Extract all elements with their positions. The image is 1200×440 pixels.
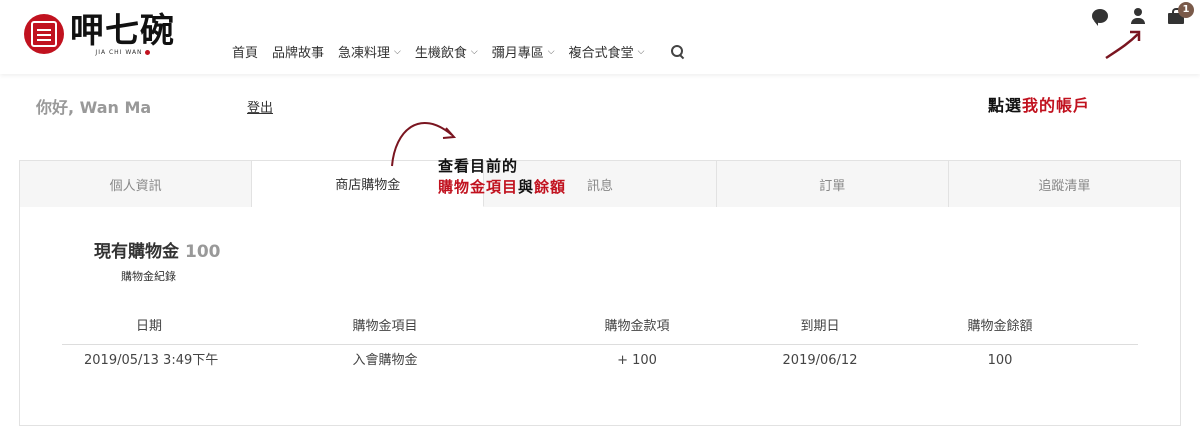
column-header-amount: 購物金款項 bbox=[604, 319, 670, 334]
user-icon[interactable] bbox=[1130, 8, 1146, 24]
table-cell-amount: + 100 bbox=[617, 353, 657, 368]
nav-item-home[interactable]: 首頁 bbox=[232, 42, 258, 61]
credit-table: 日期 購物金項目 購物金款項 到期日 購物金餘額 2019/05/13 3:49… bbox=[62, 317, 1138, 379]
column-header-balance: 購物金餘額 bbox=[967, 319, 1033, 334]
nav-item-baby-month[interactable]: 彌月專區 ⌵ bbox=[492, 42, 555, 61]
site-header: 呷七碗 JIA CHI WAN 首頁 品牌故事 急凍料理 ⌵ 生機飲食 ⌵ 彌月專區… bbox=[0, 0, 1200, 74]
table-cell-expiry: 2019/06/12 bbox=[782, 353, 858, 368]
table-row: 2019/05/13 3:49下午 入會購物金 + 100 2019/06/12… bbox=[62, 345, 1138, 379]
annotation-store-credit: 查看目前的 購物金項目與餘額 bbox=[438, 157, 567, 196]
brand-logo[interactable]: 呷七碗 JIA CHI WAN bbox=[24, 12, 175, 64]
chevron-down-icon: ⌵ bbox=[470, 46, 478, 57]
account-tabs: 個人資訊 商店購物金 訊息 訂單 追蹤清單 bbox=[19, 160, 1181, 208]
store-credit-panel: 現有購物金 100 購物金紀錄 日期 購物金項目 購物金款項 到期日 購物金餘額 … bbox=[19, 207, 1181, 426]
column-header-item: 購物金項目 bbox=[352, 319, 418, 334]
arrow-to-tab-head bbox=[442, 127, 457, 139]
greeting-text: 你好, Wan Ma bbox=[36, 98, 152, 117]
table-cell-date: 2019/05/13 3:49下午 bbox=[84, 353, 219, 368]
logout-link[interactable]: 登出 bbox=[247, 97, 273, 116]
credit-balance-value: 100 bbox=[185, 242, 221, 262]
main-nav: 首頁 品牌故事 急凍料理 ⌵ 生機飲食 ⌵ 彌月專區 ⌵ 複合式食堂 ⌵ bbox=[232, 42, 686, 61]
shopping-bag-icon[interactable]: 1 bbox=[1168, 2, 1194, 24]
credit-records-label: 購物金紀錄 bbox=[121, 270, 176, 283]
column-header-date: 日期 bbox=[135, 319, 162, 334]
header-actions: 1 bbox=[1092, 2, 1194, 26]
nav-item-brand-story[interactable]: 品牌故事 bbox=[272, 42, 324, 61]
credit-balance: 現有購物金 100 bbox=[94, 242, 221, 262]
chevron-down-icon: ⌵ bbox=[547, 46, 555, 57]
logo-seal-icon bbox=[24, 14, 64, 54]
table-cell-balance: 100 bbox=[987, 353, 1013, 368]
table-header: 日期 購物金項目 購物金款項 到期日 購物金餘額 bbox=[62, 317, 1138, 345]
chat-icon[interactable] bbox=[1092, 9, 1108, 26]
logo-wordmark: 呷七碗 bbox=[70, 11, 175, 51]
annotation-my-account: 點選我的帳戶 bbox=[988, 96, 1091, 115]
nav-item-organic-food[interactable]: 生機飲食 ⌵ bbox=[415, 42, 478, 61]
logo-subtitle: JIA CHI WAN bbox=[95, 49, 150, 56]
tab-wishlist[interactable]: 追蹤清單 bbox=[948, 161, 1181, 207]
cart-count-badge: 1 bbox=[1178, 2, 1194, 18]
nav-item-frozen-food[interactable]: 急凍料理 ⌵ bbox=[338, 42, 401, 61]
table-cell-item: 入會購物金 bbox=[352, 353, 418, 368]
tab-orders[interactable]: 訂單 bbox=[716, 161, 949, 207]
search-icon[interactable] bbox=[670, 44, 686, 60]
chevron-down-icon: ⌵ bbox=[394, 46, 401, 57]
tab-profile[interactable]: 個人資訊 bbox=[20, 161, 253, 207]
chevron-down-icon: ⌵ bbox=[637, 46, 645, 57]
column-header-expiry: 到期日 bbox=[800, 319, 840, 334]
nav-item-restaurant[interactable]: 複合式食堂 ⌵ bbox=[569, 42, 645, 61]
